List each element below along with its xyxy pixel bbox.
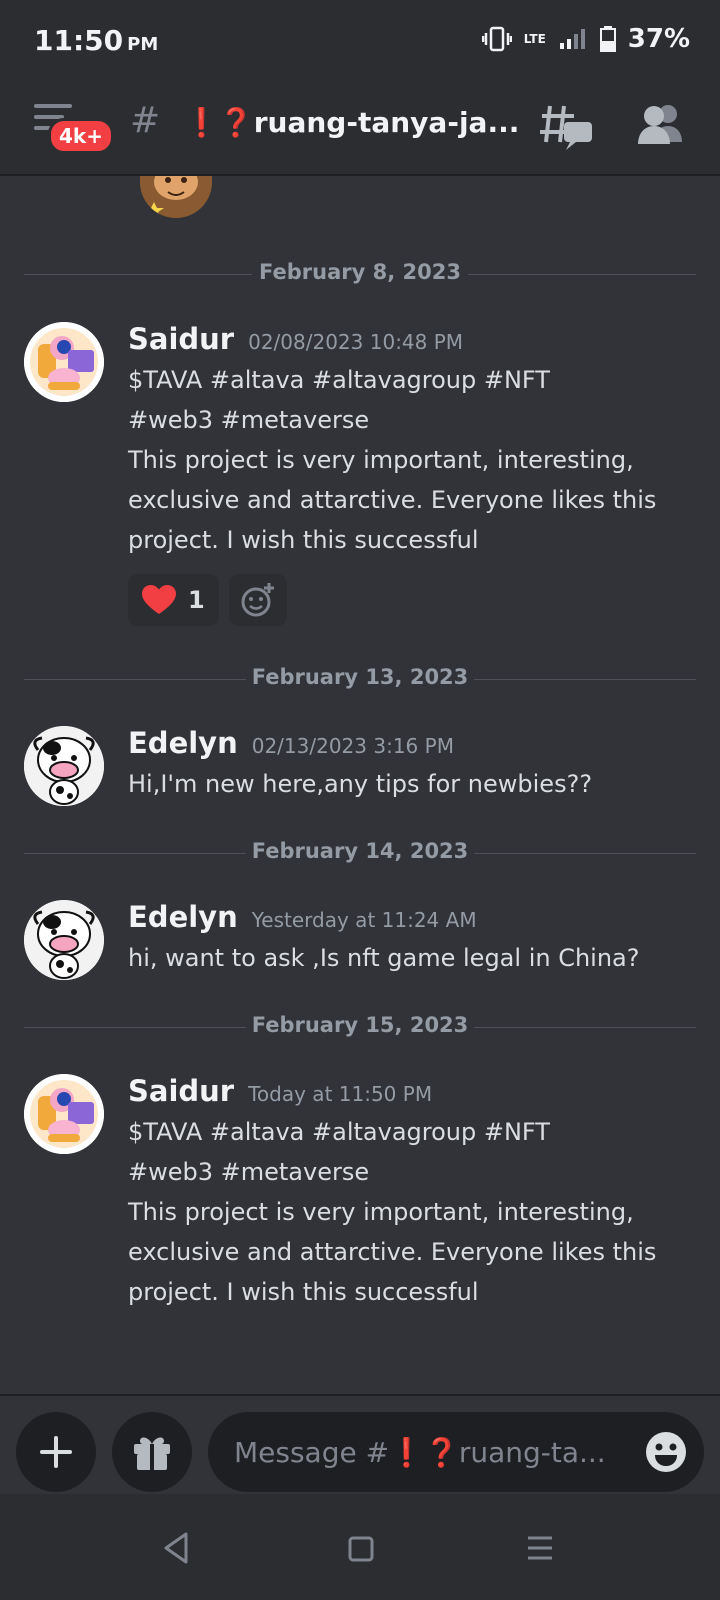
- message-timestamp: Today at 11:50 PM: [248, 1082, 433, 1106]
- message-text: Hi,I'm new here,any tips for newbies??: [128, 770, 593, 798]
- add-reaction-icon: [241, 583, 274, 617]
- placeholder-channel: ruang-ta...: [458, 1435, 606, 1469]
- members-icon: [638, 105, 682, 144]
- home-icon[interactable]: [340, 1528, 380, 1568]
- status-bar: 11:50 PM LTE 37%: [0, 0, 720, 80]
- heart-icon: [142, 585, 176, 614]
- threads-icon: [540, 105, 592, 150]
- back-icon[interactable]: [158, 1528, 198, 1568]
- character-avatar-icon: [140, 176, 212, 218]
- date-divider: February 14, 2023: [24, 839, 696, 869]
- avatar[interactable]: [24, 726, 104, 806]
- date-divider-label: February 14, 2023: [251, 839, 469, 863]
- date-divider-label: February 15, 2023: [251, 1013, 469, 1037]
- avatar[interactable]: [24, 900, 104, 980]
- message-author[interactable]: Edelyn: [128, 900, 238, 934]
- members-button[interactable]: [636, 102, 686, 152]
- message-author[interactable]: Saidur: [128, 1074, 234, 1108]
- avatar[interactable]: [24, 322, 104, 402]
- plus-icon: [40, 1436, 72, 1468]
- status-icons: LTE 37%: [481, 24, 690, 54]
- channel-title[interactable]: ❗❓ruang-tanya-ja...: [184, 106, 519, 139]
- message-input-placeholder: Message #❗❓ruang-ta...: [234, 1436, 606, 1469]
- gift-button[interactable]: [112, 1412, 192, 1492]
- message-author[interactable]: Saidur: [128, 322, 234, 356]
- channel-hash-icon: #: [130, 100, 161, 141]
- vibrate-icon: [481, 26, 512, 52]
- message-timestamp: 02/08/2023 10:48 PM: [248, 330, 464, 354]
- message-list[interactable]: February 8, 2023 Saidur 02/08/2023 10:48…: [0, 176, 720, 1394]
- message-text: hi, want to ask ,Is nft game legal in Ch…: [128, 944, 640, 972]
- channel-header: 4k+ # ❗❓ruang-tanya-ja...: [0, 80, 720, 176]
- system-navigation-bar: [0, 1494, 720, 1600]
- placeholder-emoji: ❗❓: [389, 1435, 459, 1469]
- clock: 11:50: [34, 24, 124, 57]
- message-author[interactable]: Edelyn: [128, 726, 238, 760]
- cow-avatar-icon: [24, 900, 104, 980]
- message-text: $TAVA #altava #altavagroup #NFT #web3 #m…: [128, 366, 657, 554]
- mentions-badge: 4k+: [48, 118, 114, 154]
- avatar[interactable]: [24, 1074, 104, 1154]
- message-timestamp: 02/13/2023 3:16 PM: [251, 734, 454, 758]
- recents-icon[interactable]: [520, 1528, 560, 1568]
- gift-icon: [134, 1437, 170, 1470]
- message-text: $TAVA #altava #altavagroup #NFT #web3 #m…: [128, 1118, 657, 1306]
- message-input[interactable]: Message #❗❓ruang-ta...: [208, 1412, 704, 1492]
- signal-icon: [559, 29, 585, 49]
- date-divider: February 15, 2023: [24, 1013, 696, 1043]
- guild-menu-button[interactable]: 4k+: [34, 102, 114, 158]
- date-divider: February 8, 2023: [24, 260, 696, 290]
- date-divider-label: February 8, 2023: [259, 260, 461, 284]
- astronaut-avatar-icon: [24, 322, 104, 402]
- placeholder-prefix: Message #: [234, 1435, 390, 1469]
- attach-button[interactable]: [16, 1412, 96, 1492]
- channel-name: ruang-tanya-ja...: [253, 106, 520, 139]
- heart-reaction[interactable]: 1: [128, 574, 219, 626]
- message-timestamp: Yesterday at 11:24 AM: [251, 908, 477, 932]
- reactions: 1: [128, 574, 698, 626]
- battery-icon: [599, 26, 616, 52]
- cow-avatar-icon: [24, 726, 104, 806]
- date-divider: February 13, 2023: [24, 665, 696, 695]
- channel-emoji: ❗❓: [184, 106, 254, 139]
- threads-button[interactable]: [540, 102, 594, 152]
- avatar[interactable]: [140, 176, 212, 218]
- status-time: 11:50 PM: [34, 24, 158, 57]
- emoji-picker-icon[interactable]: [644, 1430, 688, 1474]
- network-label: LTE: [523, 32, 546, 46]
- clock-ampm: PM: [127, 34, 159, 55]
- astronaut-avatar-icon: [24, 1074, 104, 1154]
- add-reaction-button[interactable]: [228, 574, 287, 626]
- date-divider-label: February 13, 2023: [251, 665, 469, 689]
- message-composer: Message #❗❓ruang-ta...: [0, 1394, 720, 1494]
- reaction-count: 1: [188, 586, 205, 614]
- battery-percent: 37%: [627, 24, 690, 54]
